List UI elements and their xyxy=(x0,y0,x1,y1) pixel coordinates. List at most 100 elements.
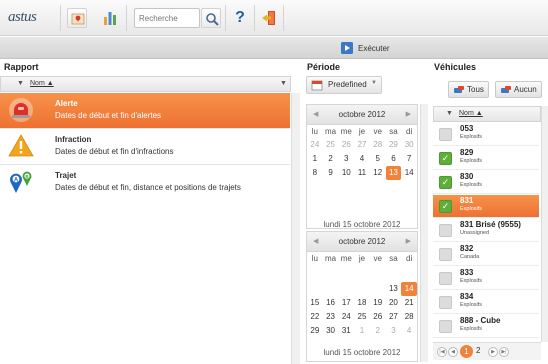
calendar-day[interactable]: 13 xyxy=(386,282,402,296)
unchecked-icon[interactable] xyxy=(439,248,452,261)
charts-button[interactable] xyxy=(100,8,120,28)
vehicle-row[interactable]: ✓ 830 Explosifs xyxy=(433,171,539,194)
selected-day[interactable]: 13 xyxy=(385,166,402,180)
calendar-day[interactable]: 3 xyxy=(386,324,402,338)
unchecked-icon[interactable] xyxy=(439,272,452,285)
search-input[interactable] xyxy=(134,8,200,28)
calendar-day[interactable]: 15 xyxy=(307,296,323,310)
filter-icon[interactable]: ▼ xyxy=(17,80,24,87)
execute-button[interactable]: Exécuter xyxy=(340,40,390,56)
rapport-row-trajet[interactable]: A B Trajet Dates de début et fin, distan… xyxy=(0,165,290,201)
calendar-day[interactable]: 30 xyxy=(323,324,339,338)
current-page[interactable]: 1 xyxy=(460,345,473,358)
next-page-icon[interactable]: ▶ xyxy=(488,347,498,357)
calendar-day[interactable]: 26 xyxy=(370,310,386,324)
checked-icon[interactable]: ✓ xyxy=(439,176,452,189)
vehicules-sort-name[interactable]: Nom ▲ xyxy=(459,110,483,117)
calendar-day[interactable]: 7 xyxy=(401,152,417,166)
rapport-column-header[interactable]: ▼ Nom ▲ ▼ xyxy=(0,76,291,92)
calendar-day[interactable]: 18 xyxy=(354,296,370,310)
calendar-today[interactable]: lundi 15 octobre 2012 xyxy=(307,220,417,229)
rapport-row-alerte[interactable]: Alerte Dates de début et fin d'alertes xyxy=(0,93,290,129)
rapport-scrollbar[interactable] xyxy=(291,93,300,364)
calendar-day[interactable]: 8 xyxy=(307,166,323,180)
weekday-label: di xyxy=(406,127,413,136)
unchecked-icon[interactable] xyxy=(439,224,452,237)
calendar-day[interactable]: 4 xyxy=(401,324,417,338)
calendar-day[interactable]: 9 xyxy=(323,166,339,180)
vehicules-column-header[interactable]: ▼ Nom ▲ xyxy=(433,106,541,122)
weekday-label: je xyxy=(358,254,366,263)
calendar-day[interactable]: 28 xyxy=(370,138,386,152)
periode-scrollbar[interactable] xyxy=(420,104,428,362)
calendar-day[interactable]: 2 xyxy=(370,324,386,338)
unchecked-icon[interactable] xyxy=(439,128,452,141)
calendar-day[interactable]: 17 xyxy=(338,296,354,310)
page-number[interactable]: 2 xyxy=(476,346,480,355)
selected-day[interactable]: 14 xyxy=(401,282,417,296)
calendar-day[interactable]: 24 xyxy=(307,138,323,152)
calendar-day[interactable]: 20 xyxy=(386,296,402,310)
vehicle-row[interactable]: 888 - Cube Explosifs xyxy=(433,315,539,338)
select-all-button[interactable]: Tous xyxy=(448,81,489,98)
calendar-day[interactable]: 30 xyxy=(401,138,417,152)
calendar-day[interactable]: 19 xyxy=(370,296,386,310)
vehicle-name: 831 xyxy=(460,196,474,205)
checked-icon[interactable]: ✓ xyxy=(439,152,452,165)
calendar-day[interactable]: 24 xyxy=(338,310,354,324)
calendar-today[interactable]: lundi 15 octobre 2012 xyxy=(307,348,417,357)
calendar-day[interactable]: 29 xyxy=(386,138,402,152)
filter-icon[interactable]: ▼ xyxy=(446,110,453,117)
logout-button[interactable] xyxy=(259,8,279,28)
vehicle-row[interactable]: 833 Explosifs xyxy=(433,267,539,290)
calendar-day[interactable]: 25 xyxy=(354,310,370,324)
vehicules-scrollbar[interactable] xyxy=(541,106,548,342)
calendar-day[interactable]: 28 xyxy=(401,310,417,324)
vehicle-row[interactable]: 834 Explosifs xyxy=(433,291,539,314)
calendar-day[interactable]: 27 xyxy=(354,138,370,152)
weekday-row: lu ma me je ve sa di xyxy=(307,252,417,265)
vehicle-row[interactable]: ✓ 829 Explosifs xyxy=(433,147,539,170)
calendar-day[interactable]: 29 xyxy=(307,324,323,338)
help-button[interactable]: ? xyxy=(230,8,250,28)
calendar-day[interactable]: 1 xyxy=(307,152,323,166)
calendar-day[interactable]: 11 xyxy=(354,166,370,180)
prev-page-icon[interactable]: ◀ xyxy=(448,347,458,357)
map-button[interactable] xyxy=(67,8,87,28)
calendar-day[interactable]: 27 xyxy=(386,310,402,324)
filter-icon[interactable]: ▼ xyxy=(280,80,287,87)
vehicle-row[interactable]: 053 Explosifs xyxy=(433,123,539,146)
calendar-day[interactable]: 12 xyxy=(370,166,386,180)
first-page-icon[interactable]: |◀ xyxy=(437,347,447,357)
last-page-icon[interactable]: ▶| xyxy=(499,347,509,357)
calendar-day[interactable]: 10 xyxy=(338,166,354,180)
rapport-sort-name[interactable]: Nom ▲ xyxy=(30,80,54,87)
calendar-day[interactable]: 16 xyxy=(323,296,339,310)
calendar-day[interactable]: 22 xyxy=(307,310,323,324)
unchecked-icon[interactable] xyxy=(439,296,452,309)
select-none-button[interactable]: Aucun xyxy=(495,81,542,98)
vehicle-row[interactable]: 831 Brisé (9555) Unassigned xyxy=(433,219,539,242)
unchecked-icon[interactable] xyxy=(439,320,452,333)
calendar-day[interactable]: 21 xyxy=(401,296,417,310)
calendar-day[interactable]: 25 xyxy=(323,138,339,152)
checked-icon[interactable]: ✓ xyxy=(439,200,452,213)
calendar-day[interactable]: 14 xyxy=(401,166,417,180)
help-icon: ? xyxy=(235,9,245,26)
calendar-day[interactable]: 5 xyxy=(370,152,386,166)
predefined-dropdown[interactable]: Predefined ▼ xyxy=(306,76,382,94)
calendar-day[interactable]: 1 xyxy=(354,324,370,338)
vehicle-row[interactable]: ✓ 831 Explosifs xyxy=(433,195,539,218)
calendar-day[interactable]: 3 xyxy=(338,152,354,166)
vehicle-row[interactable]: 832 Canada xyxy=(433,243,539,266)
rapport-row-infraction[interactable]: Infraction Dates de début et fin d'infra… xyxy=(0,129,290,165)
calendar-day[interactable]: 4 xyxy=(354,152,370,166)
calendar-day[interactable]: 6 xyxy=(386,152,402,166)
next-month-icon[interactable]: ▶ xyxy=(406,110,411,118)
search-button[interactable] xyxy=(201,8,221,28)
calendar-day[interactable]: 31 xyxy=(338,324,354,338)
next-month-icon[interactable]: ▶ xyxy=(406,237,411,245)
calendar-day[interactable]: 23 xyxy=(323,310,339,324)
calendar-day[interactable]: 2 xyxy=(323,152,339,166)
calendar-day[interactable]: 26 xyxy=(338,138,354,152)
